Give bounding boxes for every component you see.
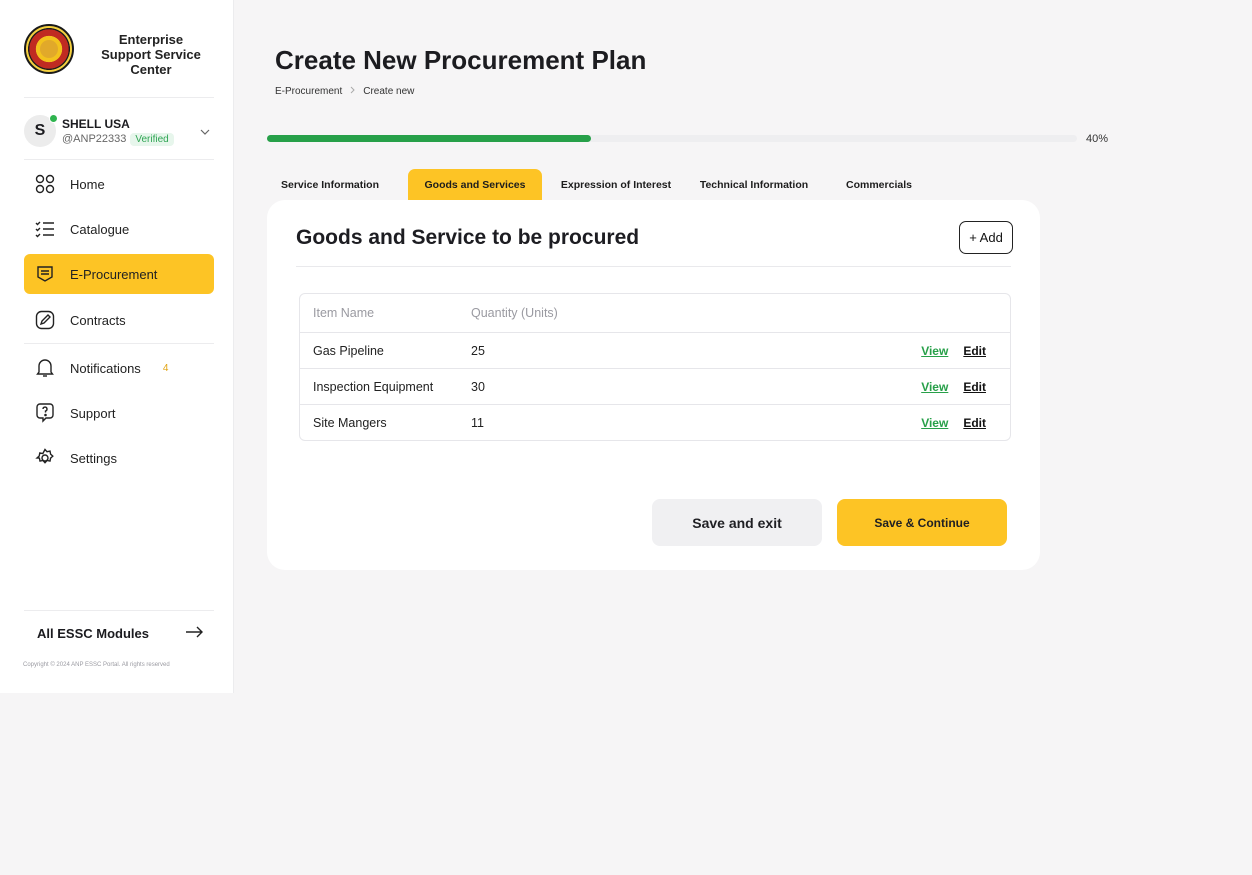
sidebar-item-label: E-Procurement (70, 266, 158, 282)
sidebar-item-e-procurement[interactable]: E-Procurement (24, 254, 214, 294)
sidebar: Enterprise Support Service Center S SHEL… (0, 0, 234, 693)
logo-icon (24, 24, 74, 74)
avatar-letter: S (34, 122, 46, 139)
item-name: Gas Pipeline (313, 343, 384, 358)
online-status-icon (49, 114, 58, 123)
all-modules-label: All ESSC Modules (37, 626, 149, 641)
view-link[interactable]: View (921, 344, 948, 358)
sidebar-item-contracts[interactable]: Contracts (24, 300, 214, 340)
divider (24, 159, 214, 160)
divider (24, 97, 214, 98)
grid-icon (34, 173, 56, 195)
verified-badge: Verified (130, 132, 174, 146)
table-row: Inspection Equipment 30 View Edit (300, 368, 1010, 404)
table-header: Item Name Quantity (Units) (300, 294, 1010, 332)
account-handle: @ANP22333 (62, 133, 127, 145)
view-link[interactable]: View (921, 416, 948, 430)
add-item-button[interactable]: + Add (959, 221, 1013, 254)
chevron-down-icon[interactable] (200, 124, 210, 138)
brand-name: Enterprise Support Service Center (101, 32, 201, 77)
breadcrumb: E-Procurement Create new (275, 86, 414, 97)
help-chat-icon (34, 402, 56, 424)
column-header-item-name: Item Name (313, 306, 375, 320)
chevron-right-icon (350, 86, 355, 97)
tab-expression-of-interest[interactable]: Expression of Interest (542, 169, 690, 201)
all-modules-link[interactable]: All ESSC Modules (37, 626, 203, 641)
brand[interactable]: Enterprise Support Service Center (24, 24, 206, 77)
account-switcher[interactable]: S SHELL USA @ANP22333 Verified (24, 113, 214, 149)
breadcrumb-current: Create new (363, 86, 415, 97)
sidebar-item-support[interactable]: Support (24, 393, 214, 433)
item-quantity: 25 (471, 343, 485, 358)
bell-icon (34, 357, 56, 379)
pen-icon (34, 309, 56, 331)
save-and-exit-button[interactable]: Save and exit (652, 499, 822, 546)
page-title: Create New Procurement Plan (275, 45, 647, 75)
tab-technical-information[interactable]: Technical Information (690, 169, 818, 201)
gear-icon (34, 447, 56, 469)
item-quantity: 30 (471, 379, 485, 394)
sidebar-item-notifications[interactable]: Notifications 4 (24, 348, 214, 388)
sidebar-item-catalogue[interactable]: Catalogue (24, 209, 214, 249)
sidebar-item-home[interactable]: Home (24, 164, 214, 204)
divider (24, 610, 214, 611)
account-name: SHELL USA (62, 116, 130, 131)
tab-goods-and-services[interactable]: Goods and Services (408, 169, 542, 201)
list-icon (34, 218, 56, 240)
item-quantity: 11 (471, 415, 484, 430)
step-tabs: Service Information Goods and Services E… (268, 169, 934, 201)
card-title: Goods and Service to be procured (296, 226, 640, 249)
edit-link[interactable]: Edit (963, 344, 986, 358)
sidebar-item-settings[interactable]: Settings (24, 438, 214, 478)
progress-bar-fill (267, 135, 591, 142)
progress-bar (267, 135, 1077, 142)
tab-commercials[interactable]: Commercials (824, 169, 934, 201)
copyright: Copyright © 2024 ANP ESSC Portal. All ri… (23, 662, 170, 668)
divider (296, 266, 1011, 267)
sidebar-item-label: Support (70, 405, 116, 421)
item-name: Site Mangers (313, 415, 387, 430)
progress-label: 40% (1086, 133, 1109, 145)
arrow-right-icon (185, 626, 203, 641)
divider (24, 343, 214, 344)
column-header-quantity: Quantity (Units) (471, 306, 558, 320)
breadcrumb-link-e-procurement[interactable]: E-Procurement (275, 86, 342, 97)
table-row: Site Mangers 11 View Edit (300, 404, 1010, 440)
goods-services-card: Goods and Service to be procured + Add I… (267, 200, 1040, 570)
table-row: Gas Pipeline 25 View Edit (300, 332, 1010, 368)
item-name: Inspection Equipment (313, 379, 434, 394)
notification-count-badge: 4 (162, 362, 169, 374)
avatar: S (24, 114, 58, 147)
view-link[interactable]: View (921, 380, 948, 394)
sidebar-item-label: Contracts (70, 312, 126, 328)
edit-link[interactable]: Edit (963, 416, 986, 430)
items-table: Item Name Quantity (Units) Gas Pipeline … (299, 293, 1011, 441)
sidebar-item-label: Notifications (70, 360, 141, 376)
edit-link[interactable]: Edit (963, 380, 986, 394)
save-and-continue-button[interactable]: Save & Continue (837, 499, 1007, 546)
sidebar-item-label: Home (70, 176, 105, 192)
tab-service-information[interactable]: Service Information (268, 169, 392, 201)
sidebar-item-label: Catalogue (70, 221, 130, 237)
document-icon (34, 263, 56, 285)
sidebar-item-label: Settings (70, 450, 117, 466)
